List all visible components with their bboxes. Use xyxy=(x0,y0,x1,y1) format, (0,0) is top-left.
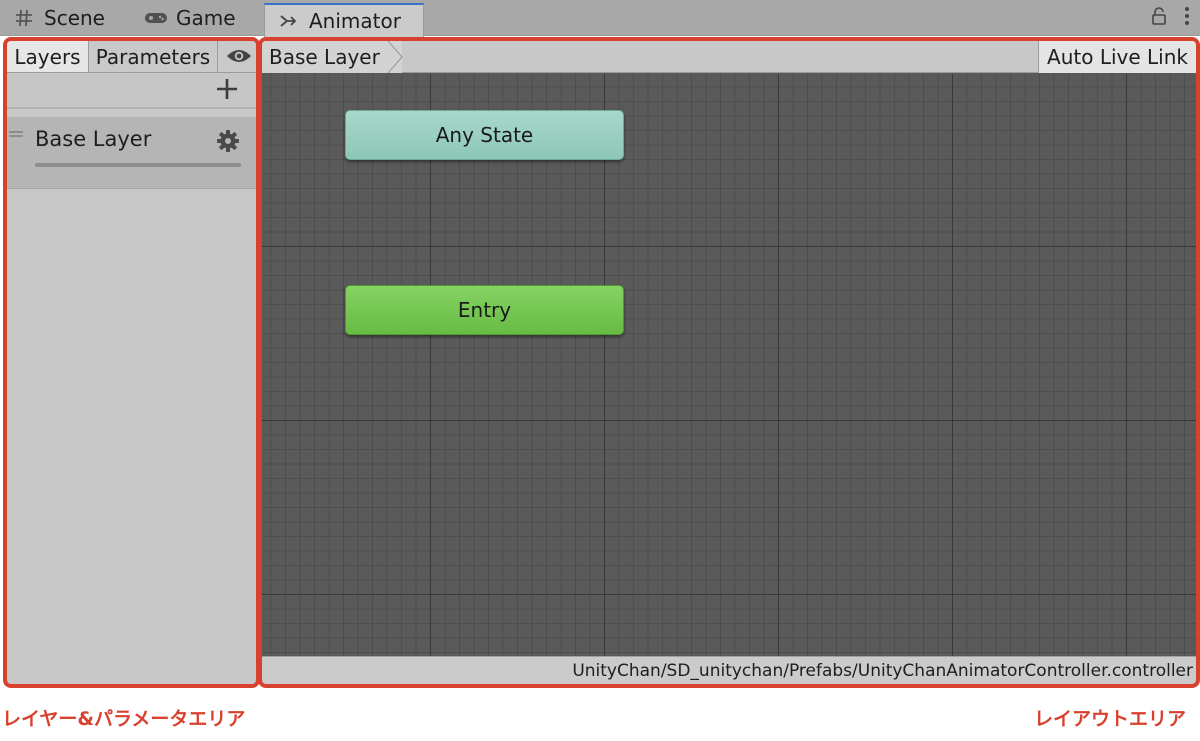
eye-icon xyxy=(226,45,252,69)
grid-icon xyxy=(12,6,36,30)
state-node-any-state[interactable]: Any State xyxy=(345,110,624,160)
breadcrumb-chevron-icon xyxy=(387,41,403,73)
drag-handle-icon[interactable] xyxy=(9,131,23,137)
window-controls xyxy=(1152,6,1190,30)
layer-name: Base Layer xyxy=(35,127,152,151)
gamepad-icon xyxy=(144,6,168,30)
unity-editor-window: Scene Game Animator Layers Parameters Ba… xyxy=(0,0,1200,741)
breadcrumb[interactable]: Base Layer xyxy=(262,41,402,73)
tab-scene[interactable]: Scene xyxy=(0,0,130,36)
layer-item-base-layer[interactable]: Base Layer xyxy=(7,117,256,189)
state-node-label: Any State xyxy=(435,123,534,147)
auto-live-link-button[interactable]: Auto Live Link xyxy=(1038,41,1196,73)
more-vertical-icon[interactable] xyxy=(1184,6,1190,30)
lock-icon[interactable] xyxy=(1152,7,1166,29)
gear-icon[interactable] xyxy=(216,129,240,153)
tab-scene-label: Scene xyxy=(44,6,105,30)
graph-toolbar: Base Layer Auto Live Link xyxy=(262,41,1196,73)
state-machine-canvas[interactable]: Any State Entry xyxy=(262,74,1196,657)
state-node-label: Entry xyxy=(457,298,512,322)
layers-parameters-panel: Layers Parameters Base Layer xyxy=(3,37,260,688)
layer-weight-bar xyxy=(35,163,241,167)
panel-tabs: Layers Parameters xyxy=(7,41,256,73)
plus-icon xyxy=(216,78,238,104)
tab-animator-label: Animator xyxy=(309,9,401,33)
animator-icon xyxy=(277,9,301,33)
add-layer-button[interactable] xyxy=(214,78,240,104)
tab-game[interactable]: Game xyxy=(132,0,262,36)
window-tab-bar: Scene Game Animator xyxy=(0,0,1200,37)
tab-animator[interactable]: Animator xyxy=(264,3,424,37)
animator-graph-panel: Base Layer Auto Live Link Any State Entr… xyxy=(258,37,1200,688)
controller-path-statusbar: UnityChan/SD_unitychan/Prefabs/UnityChan… xyxy=(262,656,1196,684)
tab-layers[interactable]: Layers xyxy=(7,41,89,72)
tab-parameters[interactable]: Parameters xyxy=(89,41,218,72)
controller-path: UnityChan/SD_unitychan/Prefabs/UnityChan… xyxy=(572,660,1193,681)
layers-toolbar xyxy=(7,73,256,109)
annotation-right-area: レイアウトエリア xyxy=(1033,708,1186,730)
state-node-entry[interactable]: Entry xyxy=(345,285,624,335)
tab-game-label: Game xyxy=(176,6,236,30)
annotation-left-area: レイヤー&パラメータエリア xyxy=(2,708,246,730)
visibility-toggle[interactable] xyxy=(218,41,256,72)
